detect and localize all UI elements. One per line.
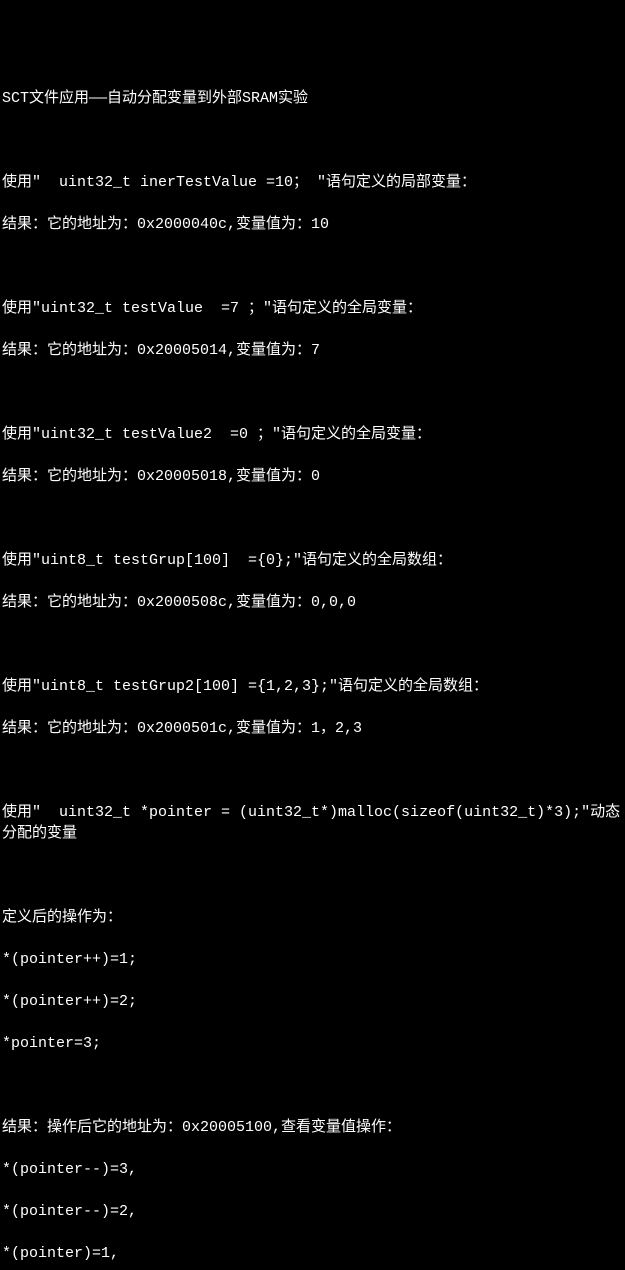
op-line: *(pointer++)=2; <box>2 991 623 1012</box>
blank-line <box>2 760 623 781</box>
decl-line: 使用"uint32_t testValue =7 ；"语句定义的全局变量： <box>2 298 623 319</box>
result-line: 结果：它的地址为：0x20005014,变量值为：7 <box>2 340 623 361</box>
blank-line <box>2 865 623 886</box>
ops-header: 定义后的操作为： <box>2 907 623 928</box>
op-line: *pointer=3; <box>2 1033 623 1054</box>
blank-line <box>2 508 623 529</box>
decl-line: 使用"uint32_t testValue2 =0 ；"语句定义的全局变量： <box>2 424 623 445</box>
decl-line: 使用"uint8_t testGrup[100] ={0};"语句定义的全局数组… <box>2 550 623 571</box>
blank-line <box>2 1075 623 1096</box>
result-header: 结果：操作后它的地址为：0x20005100,查看变量值操作： <box>2 1117 623 1138</box>
op-line: *(pointer++)=1; <box>2 949 623 970</box>
decl-line: 使用" uint32_t inerTestValue =10； "语句定义的局部… <box>2 172 623 193</box>
title-line: SCT文件应用——自动分配变量到外部SRAM实验 <box>2 88 623 109</box>
result-op-line: *(pointer--)=3, <box>2 1159 623 1180</box>
result-line: 结果：它的地址为：0x20005018,变量值为：0 <box>2 466 623 487</box>
result-line: 结果：它的地址为：0x2000501c,变量值为：1，2,3 <box>2 718 623 739</box>
blank-line <box>2 256 623 277</box>
decl-line: 使用"uint8_t testGrup2[100] ={1,2,3};"语句定义… <box>2 676 623 697</box>
result-op-line: *(pointer)=1, <box>2 1243 623 1264</box>
result-op-line: *(pointer--)=2, <box>2 1201 623 1222</box>
blank-line <box>2 382 623 403</box>
result-line: 结果：它的地址为：0x2000508c,变量值为：0,0,0 <box>2 592 623 613</box>
result-line: 结果：它的地址为：0x2000040c,变量值为：10 <box>2 214 623 235</box>
blank-line <box>2 130 623 151</box>
malloc-decl-line: 使用" uint32_t *pointer = (uint32_t*)mallo… <box>2 802 623 844</box>
blank-line <box>2 634 623 655</box>
